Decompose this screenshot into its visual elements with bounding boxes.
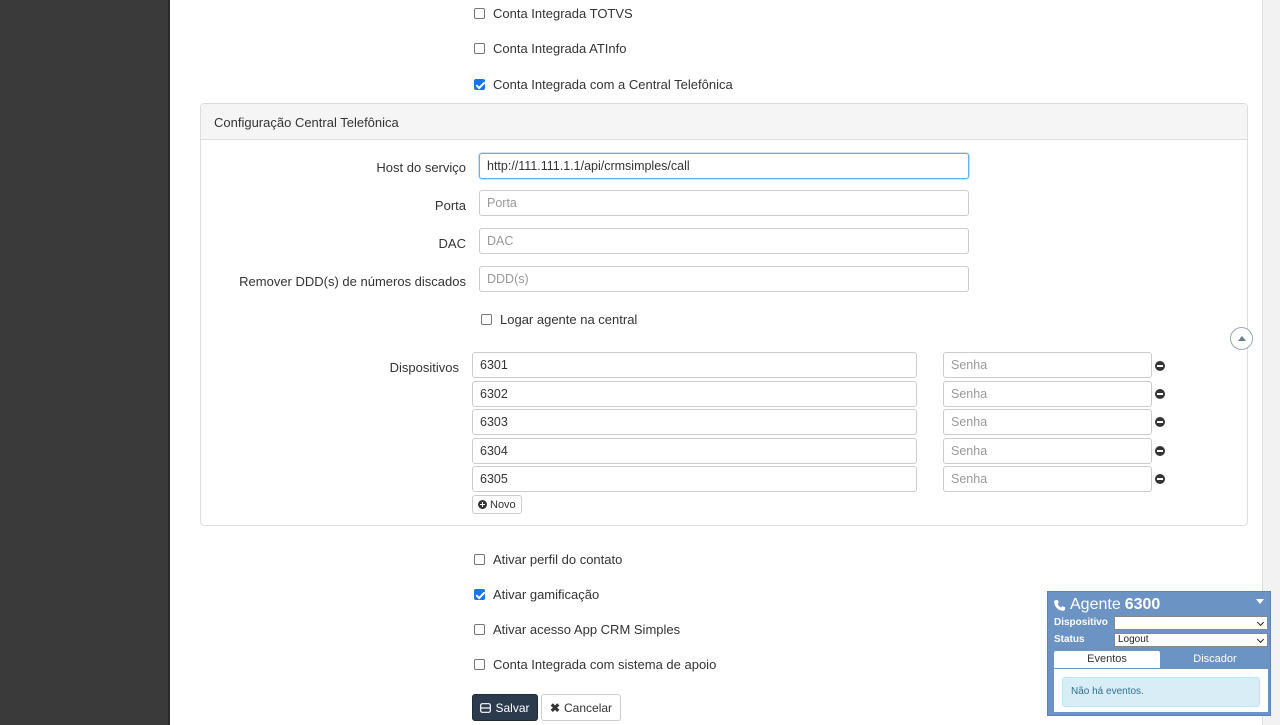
host-input[interactable] (479, 153, 969, 179)
checkbox-central-box[interactable] (474, 79, 485, 90)
collapse-caret-icon[interactable] (1256, 599, 1264, 604)
cancel-label: Cancelar (564, 700, 613, 715)
host-label: Host do serviço (376, 160, 466, 175)
scroll-to-top-button[interactable] (1230, 327, 1253, 350)
checkbox-app-box[interactable] (474, 624, 485, 635)
panel-title: Configuração Central Telefônica (201, 104, 1247, 140)
checkbox-atinfo[interactable]: Conta Integrada ATInfo (474, 41, 626, 56)
dac-label: DAC (438, 236, 466, 251)
device-password-input[interactable] (943, 352, 1152, 378)
phone-icon (1054, 599, 1066, 611)
add-device-button[interactable]: Novo (472, 495, 522, 514)
left-sidebar (0, 0, 170, 725)
save-button[interactable]: Salvar (472, 694, 538, 721)
remove-device-icon[interactable] (1155, 417, 1165, 427)
checkbox-app-crm[interactable]: Ativar acesso App CRM Simples (474, 622, 680, 637)
dispositivo-label: Dispositivo (1054, 617, 1108, 628)
device-password-input[interactable] (943, 381, 1152, 407)
close-icon: ✖ (549, 700, 561, 715)
device-password-input[interactable] (943, 438, 1152, 464)
device-password-input[interactable] (943, 466, 1152, 492)
checkbox-totvs-label: Conta Integrada TOTVS (493, 6, 633, 21)
add-device-label: Novo (490, 498, 516, 511)
remove-device-icon[interactable] (1155, 446, 1165, 456)
checkbox-perfil-label: Ativar perfil do contato (493, 552, 623, 567)
device-input[interactable] (472, 438, 917, 464)
dispositivos-label: Dispositivos (389, 360, 459, 375)
device-input[interactable] (472, 381, 917, 407)
checkbox-perfil-box[interactable] (474, 554, 485, 565)
agent-events-body: Não há eventos. (1054, 669, 1268, 712)
checkbox-totvs[interactable]: Conta Integrada TOTVS (474, 6, 633, 21)
checkbox-sistema-apoio[interactable]: Conta Integrada com sistema de apoio (474, 657, 716, 672)
checkbox-logar-label: Logar agente na central (500, 312, 638, 327)
checkbox-logar-box[interactable] (481, 314, 492, 325)
remove-device-icon[interactable] (1155, 474, 1165, 484)
save-label: Salvar (495, 700, 530, 715)
ddd-label: Remover DDD(s) de números discados (239, 274, 466, 289)
agent-number: 6300 (1124, 596, 1161, 613)
device-input[interactable] (472, 409, 917, 435)
checkbox-central-label: Conta Integrada com a Central Telefônica (493, 77, 733, 92)
checkbox-gamificacao[interactable]: Ativar gamificação (474, 587, 599, 602)
agent-title-prefix: Agente (1070, 596, 1121, 613)
device-input[interactable] (472, 466, 917, 492)
checkbox-central[interactable]: Conta Integrada com a Central Telefônica (474, 77, 733, 92)
checkbox-app-label: Ativar acesso App CRM Simples (493, 622, 681, 637)
checkbox-gamificacao-box[interactable] (474, 589, 485, 600)
checkbox-logar-agente[interactable]: Logar agente na central (481, 312, 637, 327)
chevron-up-icon (1237, 336, 1246, 341)
checkbox-gamificacao-label: Ativar gamificação (493, 587, 600, 602)
dispositivo-select[interactable] (1114, 616, 1268, 630)
tab-discador[interactable]: Discador (1162, 651, 1268, 668)
status-label: Status (1054, 634, 1085, 645)
checkbox-totvs-box[interactable] (474, 8, 485, 19)
status-select[interactable]: Logout (1114, 633, 1268, 647)
porta-input[interactable] (479, 190, 969, 216)
checkbox-atinfo-label: Conta Integrada ATInfo (493, 41, 627, 56)
ddd-input[interactable] (479, 266, 969, 292)
dac-input[interactable] (479, 228, 969, 254)
save-icon (480, 702, 492, 713)
checkbox-atinfo-box[interactable] (474, 43, 485, 54)
cancel-button[interactable]: ✖ Cancelar (541, 694, 621, 721)
checkbox-perfil-contato[interactable]: Ativar perfil do contato (474, 552, 622, 567)
device-input[interactable] (472, 352, 917, 378)
plus-circle-icon (478, 500, 487, 509)
tab-eventos[interactable]: Eventos (1054, 651, 1160, 668)
agent-title: Agente 6300 (1053, 596, 1160, 614)
remove-device-icon[interactable] (1155, 389, 1165, 399)
no-events-alert: Não há eventos. (1062, 677, 1260, 707)
device-password-input[interactable] (943, 409, 1152, 435)
checkbox-apoio-label: Conta Integrada com sistema de apoio (493, 657, 717, 672)
porta-label: Porta (434, 198, 466, 213)
agent-widget: Agente 6300 Dispositivo Status Logout Ev… (1047, 591, 1271, 716)
remove-device-icon[interactable] (1155, 361, 1165, 371)
checkbox-apoio-box[interactable] (474, 659, 485, 670)
